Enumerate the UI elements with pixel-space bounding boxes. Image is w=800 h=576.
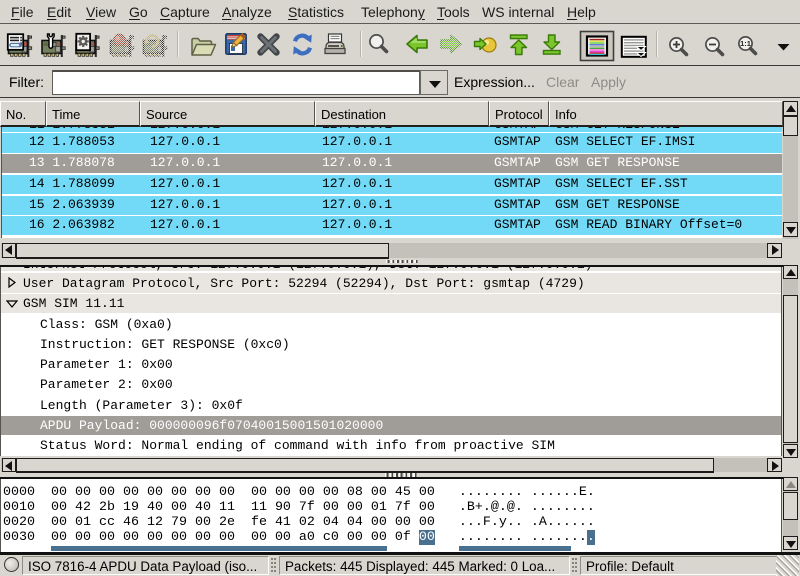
svg-text:1:1: 1:1 [740,39,751,48]
